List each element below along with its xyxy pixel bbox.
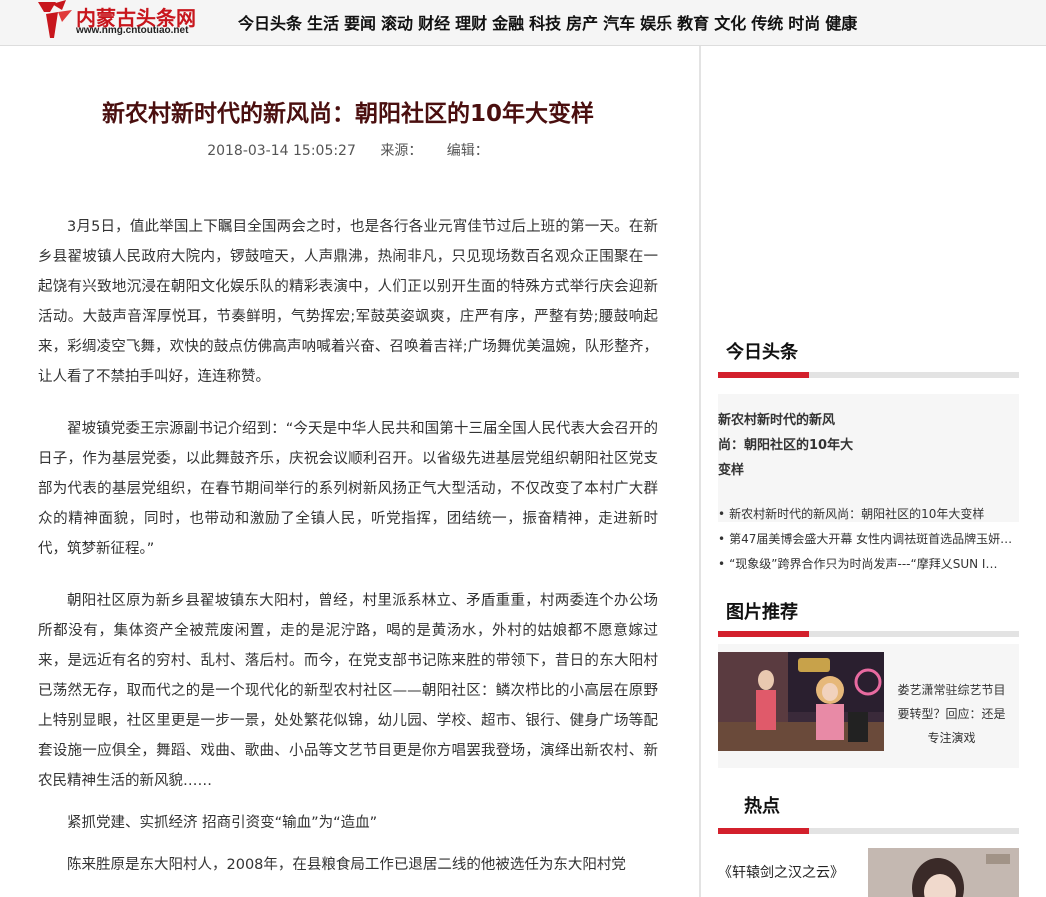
- site-logo[interactable]: 内蒙古头条网 www.nmg.cntoutiao.net: [36, 0, 226, 40]
- article-editor: 编辑：: [446, 143, 489, 159]
- nav-item-tradition[interactable]: 传统: [751, 10, 783, 34]
- nav-item-finance[interactable]: 财经: [418, 10, 450, 34]
- article-paragraph: 陈来胜原是东大阳村人，2008年，在县粮食局工作已退居二线的他被选任为东大阳村党: [67, 857, 626, 873]
- article-paragraph: 朝阳社区原为新乡县翟坡镇东大阳村，曾经，村里派系林立、矛盾重重，村两委连个办公场…: [38, 593, 658, 789]
- article-paragraph: 3月5日，值此举国上下瞩目全国两会之时，也是各行各业元宵佳节过后上班的第一天。在…: [38, 219, 658, 385]
- article-meta: 2018-03-14 15:05:27 来源： 编辑：: [38, 140, 658, 160]
- today-section-title: 今日头条: [726, 342, 798, 363]
- news-list: 新农村新时代的新风尚：朝阳社区的10年大变样 第47届美博会盛大开幕 女性内调祛…: [718, 502, 1019, 577]
- nav-item-rolling[interactable]: 滚动: [381, 10, 413, 34]
- recommend-caption[interactable]: 娄艺潇常驻综艺节目要转型？回应：还是专注演戏: [894, 678, 1009, 750]
- article-source: 来源：: [380, 143, 423, 159]
- logo-url: www.nmg.cntoutiao.net: [76, 25, 189, 36]
- hot-section-title: 热点: [744, 796, 780, 817]
- article-title: 新农村新时代的新风尚：朝阳社区的10年大变样: [101, 101, 594, 127]
- recommend-photo[interactable]: [718, 652, 884, 751]
- nav-item-auto[interactable]: 汽车: [603, 10, 635, 34]
- article-body: 3月5日，值此举国上下瞩目全国两会之时，也是各行各业元宵佳节过后上班的第一天。在…: [38, 212, 658, 897]
- top-bar: 内蒙古头条网 www.nmg.cntoutiao.net 今日头条 生活 要闻 …: [0, 0, 1046, 46]
- nav-item-fashion[interactable]: 时尚: [788, 10, 820, 34]
- nav-item-today[interactable]: 今日头条: [238, 10, 302, 34]
- nav-item-ent[interactable]: 娱乐: [640, 10, 672, 34]
- article-datetime: 2018-03-14 15:05:27: [207, 143, 356, 159]
- article-paragraph: 翟坡镇党委王宗源副书记介绍到：“今天是中华人民共和国第十三届全国人民代表大会召开…: [38, 421, 658, 557]
- list-item[interactable]: 新农村新时代的新风尚：朝阳社区的10年大变样: [718, 502, 1016, 527]
- nav-item-banking[interactable]: 金融: [492, 10, 524, 34]
- nav-item-house[interactable]: 房产: [566, 10, 598, 34]
- nav-item-edu[interactable]: 教育: [677, 10, 709, 34]
- main-nav: 今日头条 生活 要闻 滚动 财经 理财 金融 科技 房产 汽车 娱乐 教育 文化…: [238, 10, 862, 34]
- hot-card[interactable]: 《轩辕剑之汉之云》: [718, 844, 1019, 897]
- nav-item-news[interactable]: 要闻: [344, 10, 376, 34]
- article-subheading: 紧抓党建、实抓经济 招商引资变“输血”为“造血”: [67, 815, 378, 831]
- nav-item-money[interactable]: 理财: [455, 10, 487, 34]
- hot-item-title[interactable]: 《轩辕剑之汉之云》: [718, 862, 844, 882]
- nav-item-life[interactable]: 生活: [307, 10, 339, 34]
- list-item[interactable]: 第47届美博会盛大开幕 女性内调祛斑首选品牌玉妍…: [718, 527, 1016, 552]
- hot-section-bar: [718, 828, 1019, 834]
- list-item[interactable]: “现象级”跨界合作只为时尚发声---“摩拜乂SUN I…: [718, 552, 1016, 577]
- pic-recommend-card[interactable]: 娄艺潇常驻综艺节目要转型？回应：还是专注演戏: [718, 644, 1019, 768]
- today-section-bar: [718, 372, 1019, 378]
- nav-item-culture[interactable]: 文化: [714, 10, 746, 34]
- column-divider: [699, 46, 701, 897]
- logo-mark-icon: [38, 0, 72, 38]
- nav-item-health[interactable]: 健康: [825, 10, 857, 34]
- hot-photo[interactable]: [868, 848, 1019, 897]
- nav-item-tech[interactable]: 科技: [529, 10, 561, 34]
- pic-section-bar: [718, 631, 1019, 637]
- headline-link[interactable]: 新农村新时代的新风尚：朝阳社区的10年大变样: [718, 408, 858, 483]
- pic-section-title: 图片推荐: [726, 602, 798, 623]
